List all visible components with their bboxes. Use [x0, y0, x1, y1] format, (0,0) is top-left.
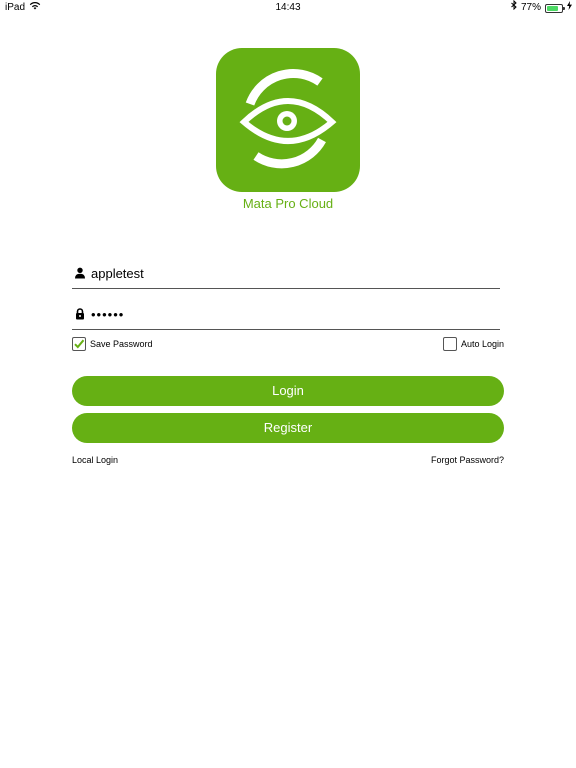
login-button[interactable]: Login: [72, 376, 504, 406]
password-field: [72, 299, 500, 330]
login-screen: iPad 14:43 77% Mata Pro Cloud appletest …: [0, 0, 576, 768]
checkmark-icon: [74, 339, 85, 349]
status-bar-right: 77%: [511, 0, 572, 16]
bluetooth-icon: [511, 0, 517, 16]
lock-icon: [74, 307, 86, 320]
register-button[interactable]: Register: [72, 413, 504, 443]
app-logo: [216, 48, 360, 192]
user-icon: [74, 266, 86, 279]
save-password-box[interactable]: [72, 337, 86, 351]
local-login-link[interactable]: Local Login: [72, 455, 118, 465]
forgot-password-link[interactable]: Forgot Password?: [431, 455, 504, 465]
eye-icon: [239, 69, 337, 169]
charging-icon: [567, 0, 572, 16]
auto-login-box[interactable]: [442, 337, 457, 351]
password-input[interactable]: [91, 302, 491, 326]
save-password-checkbox[interactable]: Save Password: [72, 337, 153, 351]
battery-level: [547, 5, 558, 11]
status-bar: iPad 14:43 77%: [0, 0, 576, 16]
save-password-label: Save Password: [90, 339, 153, 349]
auto-login-label: Auto Login: [460, 339, 504, 349]
battery-icon: [545, 3, 565, 13]
status-time: 14:43: [275, 2, 301, 13]
battery-cap: [563, 6, 565, 10]
username-input[interactable]: [91, 261, 491, 285]
username-field: [72, 258, 500, 289]
battery-percent: 77%: [520, 2, 541, 13]
app-name: Mata Pro Cloud: [242, 196, 334, 211]
auto-login-checkbox[interactable]: Auto Login: [442, 337, 504, 351]
